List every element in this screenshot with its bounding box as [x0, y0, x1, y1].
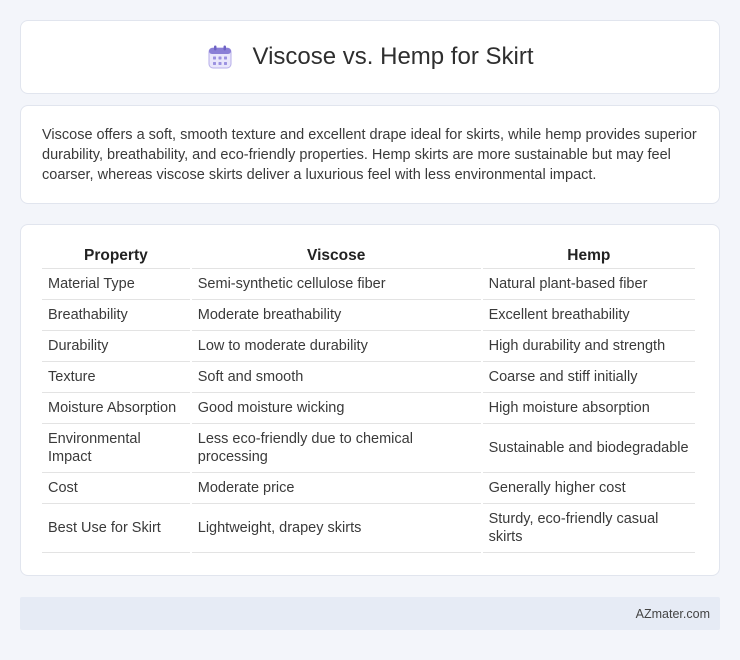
footer: AZmater.com	[20, 597, 720, 630]
hemp-cell: Sturdy, eco-friendly casual skirts	[482, 504, 695, 553]
viscose-cell: Moderate price	[191, 473, 481, 504]
viscose-cell: Soft and smooth	[191, 362, 481, 393]
table-header-row: Property Viscose Hemp	[42, 244, 695, 269]
property-cell: Texture	[42, 362, 190, 393]
table-row: Breathability Moderate breathability Exc…	[42, 300, 695, 331]
property-cell: Cost	[42, 473, 190, 504]
viscose-cell: Lightweight, drapey skirts	[191, 504, 481, 553]
comparison-table: Property Viscose Hemp Material Type Semi…	[40, 244, 697, 553]
title-card: Viscose vs. Hemp for Skirt	[20, 20, 720, 94]
property-cell: Moisture Absorption	[42, 393, 190, 424]
property-cell: Breathability	[42, 300, 190, 331]
hemp-cell: Excellent breathability	[482, 300, 695, 331]
header-hemp: Hemp	[482, 244, 695, 269]
viscose-cell: Less eco-friendly due to chemical proces…	[191, 424, 481, 473]
hemp-cell: Natural plant-based fiber	[482, 269, 695, 300]
table-row: Cost Moderate price Generally higher cos…	[42, 473, 695, 504]
property-cell: Environmental Impact	[42, 424, 190, 473]
hemp-cell: Sustainable and biodegradable	[482, 424, 695, 473]
property-cell: Durability	[42, 331, 190, 362]
table-row: Durability Low to moderate durability Hi…	[42, 331, 695, 362]
table-row: Environmental Impact Less eco-friendly d…	[42, 424, 695, 473]
title-wrap: Viscose vs. Hemp for Skirt	[207, 43, 534, 71]
viscose-cell: Moderate breathability	[191, 300, 481, 331]
header-viscose: Viscose	[191, 244, 481, 269]
viscose-cell: Good moisture wicking	[191, 393, 481, 424]
property-cell: Material Type	[42, 269, 190, 300]
hemp-cell: Generally higher cost	[482, 473, 695, 504]
comparison-card: Property Viscose Hemp Material Type Semi…	[20, 224, 720, 576]
page-title: Viscose vs. Hemp for Skirt	[252, 43, 534, 70]
summary-card: Viscose offers a soft, smooth texture an…	[20, 105, 720, 204]
calendar-icon	[208, 45, 232, 69]
hemp-cell: High durability and strength	[482, 331, 695, 362]
header-property: Property	[42, 244, 190, 269]
viscose-cell: Low to moderate durability	[191, 331, 481, 362]
property-cell: Best Use for Skirt	[42, 504, 190, 553]
table-row: Moisture Absorption Good moisture wickin…	[42, 393, 695, 424]
hemp-cell: Coarse and stiff initially	[482, 362, 695, 393]
summary-text: Viscose offers a soft, smooth texture an…	[42, 127, 697, 183]
table-row: Best Use for Skirt Lightweight, drapey s…	[42, 504, 695, 553]
table-row: Material Type Semi-synthetic cellulose f…	[42, 269, 695, 300]
viscose-cell: Semi-synthetic cellulose fiber	[191, 269, 481, 300]
footer-brand[interactable]: AZmater.com	[636, 607, 710, 621]
hemp-cell: High moisture absorption	[482, 393, 695, 424]
table-row: Texture Soft and smooth Coarse and stiff…	[42, 362, 695, 393]
